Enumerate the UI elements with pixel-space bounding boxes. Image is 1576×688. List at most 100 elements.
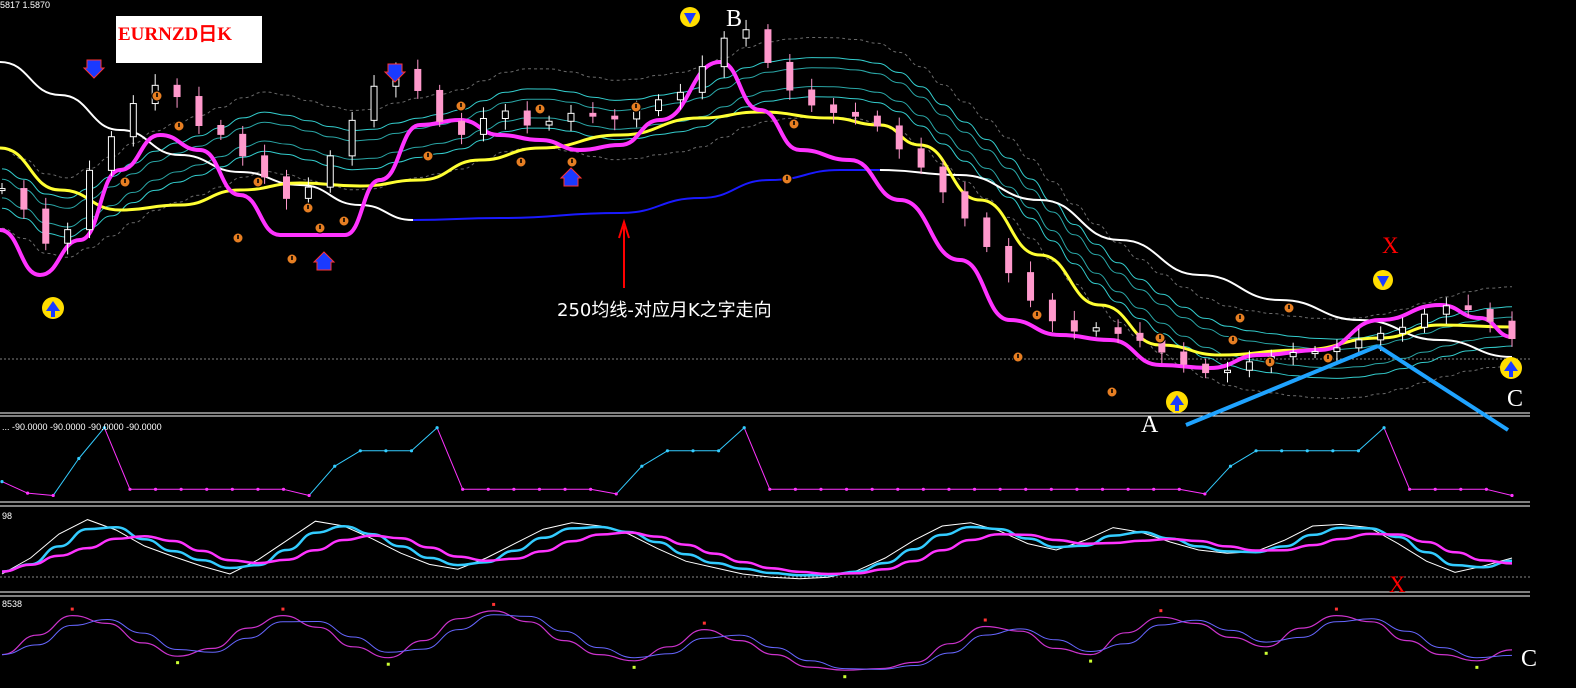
indicator3-trough-dot bbox=[632, 665, 636, 669]
up-arrow-marker-icon bbox=[1509, 371, 1513, 377]
indicator1-point bbox=[691, 449, 695, 453]
point-b-label: B bbox=[726, 6, 743, 32]
chart-title: EURNZD日K bbox=[118, 24, 233, 45]
indicator1-point bbox=[1126, 487, 1130, 491]
exclamation-dot-icon bbox=[1327, 355, 1329, 359]
indicator1-segment bbox=[334, 450, 361, 467]
exclamation-dot-icon bbox=[1017, 354, 1019, 358]
candle-body bbox=[20, 188, 28, 210]
candle-body bbox=[348, 119, 356, 157]
candle-body bbox=[1114, 327, 1122, 334]
indicator3-trough-dot bbox=[1475, 665, 1479, 669]
indicator1-point bbox=[1228, 464, 1233, 468]
indicator3-peak-dot bbox=[702, 621, 706, 625]
candle-body bbox=[830, 104, 838, 113]
up-arrow-marker-icon bbox=[312, 251, 336, 271]
indicator1-segment bbox=[615, 465, 643, 495]
indicator1-segment bbox=[1204, 465, 1231, 495]
indicator3-peak-dot bbox=[1334, 607, 1338, 611]
candle-body bbox=[261, 155, 269, 178]
indicator1-segment bbox=[103, 427, 131, 490]
candle-body bbox=[436, 89, 444, 122]
down-arrow-marker-icon bbox=[82, 59, 106, 79]
exclamation-dot-icon bbox=[520, 159, 522, 163]
indicator1-point bbox=[537, 487, 542, 491]
candle-body bbox=[501, 110, 509, 119]
candle-body bbox=[720, 37, 728, 68]
indicator1-point bbox=[128, 487, 132, 491]
candle-body bbox=[1005, 245, 1013, 274]
indicator1-point bbox=[0, 480, 4, 484]
candle-body bbox=[1377, 332, 1385, 341]
exclamation-dot-icon bbox=[1036, 312, 1038, 316]
candle-body bbox=[282, 176, 290, 199]
indicator1-point bbox=[51, 493, 55, 498]
exclamation-dot-icon bbox=[291, 256, 293, 260]
indicator1-segment bbox=[78, 427, 105, 459]
exclamation-dot-icon bbox=[178, 123, 180, 127]
candle-body bbox=[589, 112, 597, 117]
indicator1-point bbox=[998, 487, 1002, 491]
indicator1-segment bbox=[743, 427, 771, 490]
exclamation-dot-icon bbox=[307, 205, 309, 209]
candle-body bbox=[1180, 351, 1188, 365]
exclamation-dot-icon bbox=[571, 159, 573, 163]
ma250-annotation: 250均线-对应月K之字走向 bbox=[557, 300, 772, 321]
candle-body bbox=[1355, 339, 1363, 349]
candle-body bbox=[1136, 332, 1144, 341]
candle-body bbox=[64, 229, 72, 244]
indicator3-trough-dot bbox=[1089, 659, 1093, 663]
indicator1-segment bbox=[27, 492, 54, 496]
indicator1-point bbox=[972, 487, 977, 491]
candle-body bbox=[304, 186, 312, 199]
indicator1-point bbox=[665, 449, 670, 453]
candle-body bbox=[129, 103, 137, 138]
candle-body bbox=[983, 217, 991, 247]
exclamation-dot-icon bbox=[1239, 315, 1241, 319]
indicator1-point bbox=[1433, 487, 1437, 491]
indicator1-point bbox=[1254, 449, 1258, 453]
indicator1-segment bbox=[718, 427, 745, 452]
indicator1-point bbox=[1203, 492, 1207, 496]
candle-body bbox=[851, 111, 859, 117]
outer-band-lower bbox=[1, 116, 1513, 400]
candle-body bbox=[808, 89, 816, 106]
indicator3-trough-dot bbox=[176, 661, 180, 665]
exclamation-dot-icon bbox=[156, 93, 158, 97]
indicator3-peak-dot bbox=[281, 607, 285, 611]
indicator1-point bbox=[947, 487, 951, 491]
title-box: EURNZD日K bbox=[116, 16, 262, 63]
exclamation-dot-icon bbox=[460, 103, 462, 107]
candle-body bbox=[1070, 320, 1078, 332]
candle-body bbox=[195, 96, 203, 126]
candle-body bbox=[567, 112, 575, 122]
indicator1-point bbox=[333, 464, 337, 468]
candle-body bbox=[1464, 305, 1472, 311]
indicator1-point bbox=[1152, 487, 1156, 491]
indicator1-segment bbox=[1486, 488, 1513, 496]
candle-body bbox=[1420, 313, 1428, 328]
indicator1-point bbox=[77, 456, 81, 461]
indicator1-point bbox=[1177, 487, 1181, 491]
candle-body bbox=[676, 91, 684, 101]
indicator1-point bbox=[281, 487, 286, 491]
indicator1-point bbox=[1484, 487, 1489, 491]
indicator3-trough-dot bbox=[843, 675, 847, 679]
candle-body bbox=[1399, 326, 1407, 334]
indicator3-line bbox=[1, 610, 1513, 671]
indicator3-peak-dot bbox=[492, 602, 496, 606]
indicator1-segment bbox=[590, 488, 617, 495]
indicator1-point bbox=[793, 487, 797, 491]
candle-body bbox=[217, 124, 225, 135]
indicator1-segment bbox=[1179, 488, 1205, 495]
exclamation-dot-icon bbox=[1288, 305, 1290, 309]
point-a-label: A bbox=[1141, 412, 1159, 438]
price-readout: 5817 1.5870 bbox=[0, 0, 51, 10]
indicator1-segment bbox=[411, 427, 438, 452]
candle-body bbox=[42, 208, 50, 244]
indicator1-segment bbox=[641, 450, 668, 467]
indicator3-peak-dot bbox=[70, 607, 74, 611]
candle-body bbox=[107, 136, 115, 171]
candle-body bbox=[1092, 327, 1100, 332]
indicator1-point bbox=[614, 492, 618, 496]
